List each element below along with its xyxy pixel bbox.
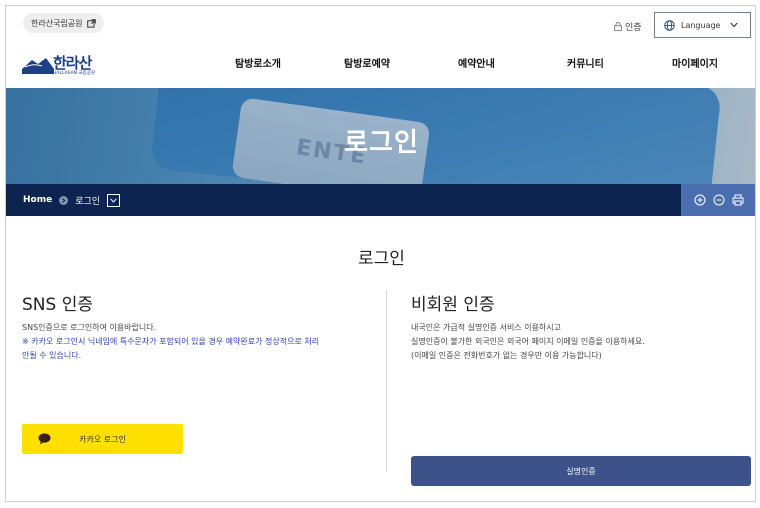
guest-auth-title: 비회원 인증 — [411, 295, 495, 315]
breadcrumb-separator-icon — [59, 195, 69, 205]
nav-item-mypage[interactable]: 마이페이지 — [672, 55, 718, 70]
sns-auth-notice-line-1: ※ 카카오 로그인시 닉네임에 특수문자가 포함되어 있을 경우 예약완료가 정… — [22, 337, 320, 346]
nav-item-trail-intro[interactable]: 탐방로소개 — [235, 55, 281, 70]
breadcrumb-bar: Home 로그인 — [6, 184, 755, 216]
hero-title: 로그인 — [344, 128, 419, 158]
sns-auth-desc-line: SNS인증으로 로그인하여 이용바랍니다. — [22, 323, 157, 332]
zoom-out-icon[interactable] — [713, 194, 725, 206]
breadcrumb-dropdown-button[interactable] — [107, 193, 121, 207]
sns-auth-notice-line-2: 안될 수 있습니다. — [22, 351, 82, 360]
kakao-login-button[interactable]: 카카오 로그인 — [22, 424, 183, 454]
main-nav: 탐방로소개 탐방로예약 예약안내 커뮤니티 마이페이지 — [6, 55, 755, 73]
language-select[interactable]: Language — [654, 12, 751, 38]
sns-auth-description: SNS인증으로 로그인하여 이용바랍니다. ※ 카카오 로그인시 닉네임에 특수… — [22, 321, 372, 363]
speech-bubble-icon — [38, 433, 51, 445]
breadcrumb-home[interactable]: Home — [23, 195, 52, 205]
certificate-link[interactable]: 인증 — [614, 20, 642, 33]
page-heading: 로그인 — [358, 249, 405, 269]
globe-icon — [664, 19, 675, 31]
national-park-link[interactable]: 한라산국립공원 — [23, 13, 104, 33]
page-frame: 한라산국립공원 인증 Language 한라산 HALLASAN 국립공원 탐방… — [5, 5, 756, 502]
nav-item-trail-reservation[interactable]: 탐방로예약 — [344, 55, 390, 70]
guest-auth-line-1: 내국인은 가급적 실명인증 서비스 이용하시고 — [411, 323, 562, 332]
national-park-link-label: 한라산국립공원 — [31, 18, 83, 28]
lock-icon — [614, 22, 622, 31]
nav-item-reservation-guide[interactable]: 예약안내 — [458, 55, 495, 70]
page-tools — [681, 184, 755, 216]
chevron-down-icon — [110, 197, 117, 203]
sns-auth-title: SNS 인증 — [22, 295, 93, 315]
real-name-verify-button[interactable]: 실명인증 — [411, 456, 751, 486]
nav-item-community[interactable]: 커뮤니티 — [567, 55, 604, 70]
breadcrumb: Home 로그인 — [23, 184, 121, 216]
zoom-in-icon[interactable] — [694, 194, 706, 206]
column-divider — [386, 290, 387, 472]
certificate-link-label: 인증 — [625, 23, 642, 33]
breadcrumb-current: 로그인 — [75, 196, 101, 207]
guest-auth-line-2: 실명인증이 불가한 외국인은 외국어 페이지 이메일 인증을 이용하세요. — [411, 337, 645, 346]
chevron-down-icon — [730, 22, 739, 28]
guest-auth-line-3: (이메일 인증은 전화번호가 없는 경우만 이용 가능합니다) — [411, 351, 602, 360]
external-link-icon — [86, 18, 96, 28]
hero-banner: ENTE 로그인 — [6, 88, 755, 184]
real-name-verify-button-label: 실명인증 — [566, 466, 596, 476]
guest-auth-description: 내국인은 가급적 실명인증 서비스 이용하시고 실명인증이 불가한 외국인은 외… — [411, 321, 751, 363]
print-icon[interactable] — [732, 194, 744, 206]
language-select-label: Language — [681, 20, 721, 30]
